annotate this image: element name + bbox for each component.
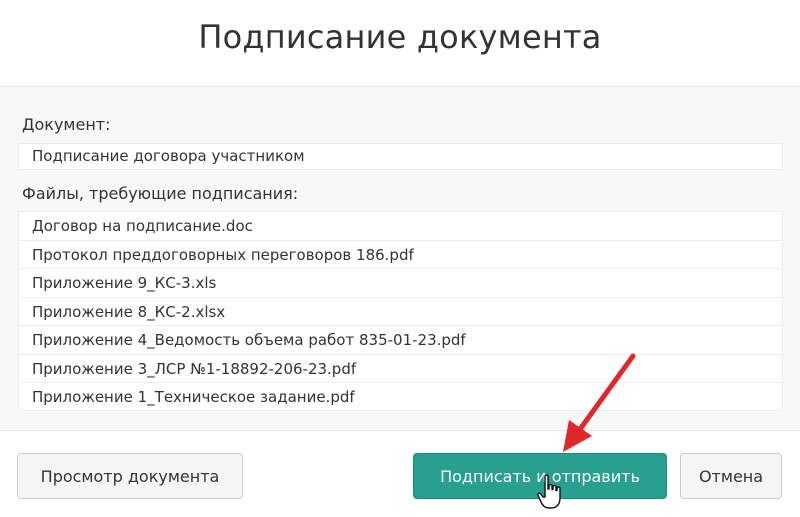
preview-document-button[interactable]: Просмотр документа [17,453,243,499]
file-list-item[interactable]: Приложение 3_ЛСР №1-18892-206-23.pdf [19,355,782,383]
document-name-field: Подписание договора участником [18,143,783,170]
file-list-item[interactable]: Приложение 4_Ведомость объема работ 835-… [19,326,782,355]
dialog-header: Подписание документа [0,0,800,87]
dialog-body: Документ: Подписание договора участником… [0,87,800,430]
file-list-item[interactable]: Протокол преддоговорных переговоров 186.… [19,241,782,269]
file-list[interactable]: Договор на подписание.doc Протокол предд… [18,211,783,411]
dialog-footer: Просмотр документа Подписать и отправить… [0,430,800,517]
document-label: Документ: [22,115,111,134]
files-label: Файлы, требующие подписания: [22,184,299,203]
dialog-title: Подписание документа [198,18,602,56]
file-list-item[interactable]: Приложение 8_КС-2.xlsx [19,298,782,326]
file-list-item[interactable]: Приложение 1_Техническое задание.pdf [19,383,782,410]
file-list-item[interactable]: Приложение 9_КС-3.xls [19,269,782,298]
hand-pointer-icon [537,474,561,509]
cancel-button[interactable]: Отмена [680,453,782,499]
sign-document-dialog: Подписание документа Документ: Подписани… [0,0,800,517]
file-list-item[interactable]: Договор на подписание.doc [19,212,782,241]
